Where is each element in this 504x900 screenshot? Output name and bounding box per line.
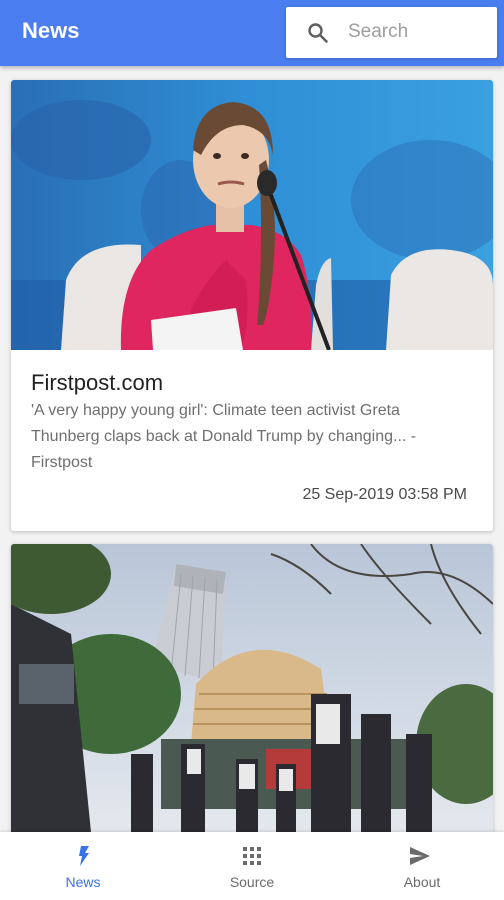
bottom-navigation: News Source About — [0, 832, 504, 900]
search-input[interactable] — [348, 17, 488, 47]
news-card[interactable]: Firstpost.com 'A very happy young girl':… — [11, 80, 493, 531]
grid-icon — [243, 847, 261, 865]
search-icon[interactable] — [306, 21, 330, 45]
article-image[interactable] — [11, 544, 493, 832]
nav-item-about[interactable]: About — [336, 832, 504, 900]
article-headline: 'A very happy young girl': Climate teen … — [31, 402, 417, 471]
bolt-icon — [79, 846, 89, 866]
nav-label-source: Source — [229, 874, 275, 890]
article-source: Firstpost.com — [31, 370, 164, 395]
send-icon — [410, 847, 430, 865]
search-box[interactable] — [286, 7, 497, 58]
nav-item-source[interactable]: Source — [168, 832, 336, 900]
app-bar: News — [0, 0, 504, 66]
nav-label-news: News — [65, 874, 101, 890]
nav-label-about: About — [403, 874, 441, 890]
nav-item-news[interactable]: News — [0, 832, 168, 900]
article-image[interactable] — [11, 80, 493, 350]
article-date: 25 Sep-2019 03:58 PM — [302, 486, 467, 503]
app-title: News — [22, 18, 80, 43]
news-feed[interactable]: Firstpost.com 'A very happy young girl':… — [0, 66, 504, 832]
news-card[interactable] — [11, 544, 493, 832]
